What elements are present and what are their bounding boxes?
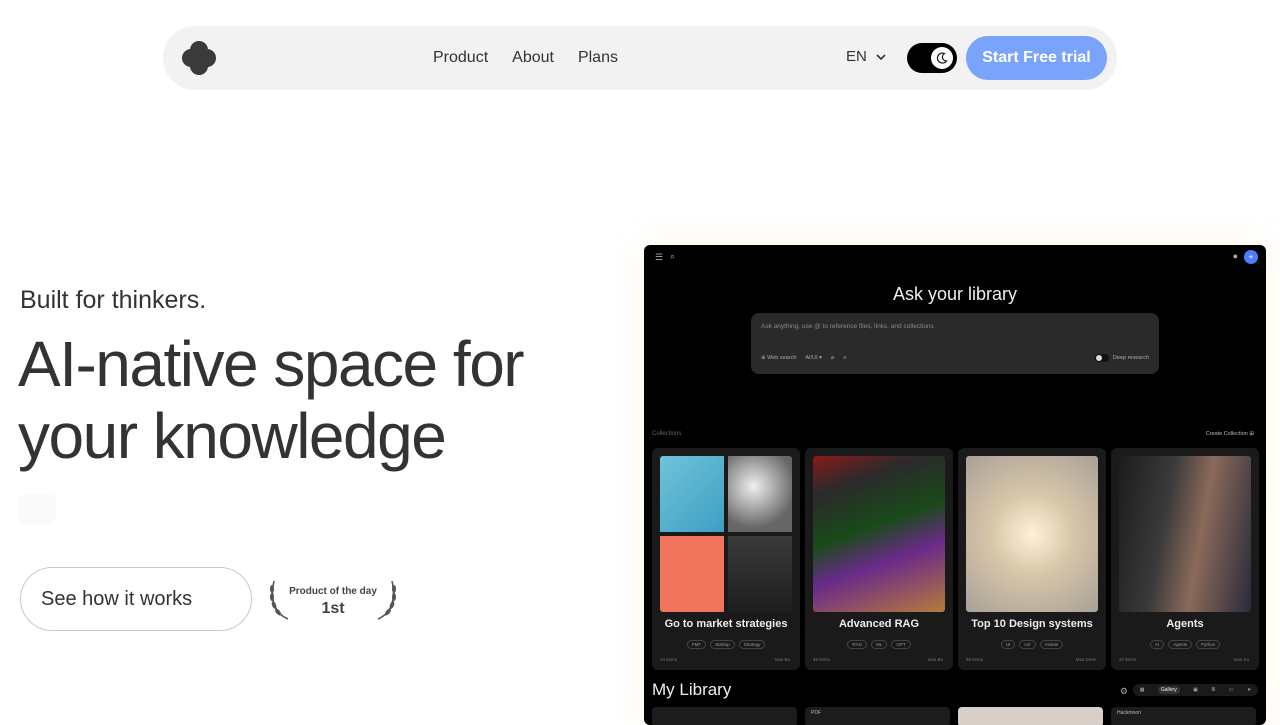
hero-kicker: Built for thinkers.: [20, 286, 207, 314]
collection-card[interactable]: Go to market strategies PMF Startup Stra…: [652, 448, 800, 670]
search-icon[interactable]: ⌕: [670, 251, 675, 262]
my-library-heading: My Library: [652, 680, 732, 699]
tag[interactable]: Assets: [1039, 640, 1064, 649]
placeholder-badge: [18, 494, 56, 524]
collection-card[interactable]: Advanced RAG RAG ML GPT 45 items Ivan Bo: [805, 448, 953, 670]
add-icon[interactable]: +: [1244, 250, 1258, 264]
collection-card[interactable]: Agents AI Agents Python 27 items Ivan Ko: [1111, 448, 1259, 670]
tag[interactable]: RAG: [847, 640, 868, 649]
bell-icon[interactable]: ●: [1233, 251, 1238, 261]
tag[interactable]: Strategy: [738, 640, 766, 649]
collection-thumbnail-grid: [660, 456, 792, 612]
send-icon[interactable]: ➤: [1247, 687, 1251, 693]
see-how-it-works-button[interactable]: See how it works: [20, 567, 252, 631]
collection-card[interactable]: Top 10 Design systems UI UX Assets 96 it…: [958, 448, 1106, 670]
language-selector[interactable]: EN: [846, 48, 887, 65]
collection-thumbnail: [1119, 456, 1251, 612]
collection-thumbnail: [966, 456, 1098, 612]
collection-title: Agents: [1166, 618, 1204, 630]
owner-name: Ivan Bo: [774, 657, 790, 662]
tag[interactable]: PMF: [686, 640, 707, 649]
ask-placeholder: Ask anything, use @ to reference files, …: [761, 323, 934, 330]
nav-link-plans[interactable]: Plans: [578, 49, 618, 67]
collection-tags: UI UX Assets: [958, 640, 1106, 649]
tag[interactable]: Python: [1196, 640, 1221, 649]
item-count: 96 items: [966, 657, 984, 662]
model-selector[interactable]: AI/UI ▾: [805, 355, 822, 361]
view-mode-bar: ▦ Gallery ▣ ≣ ▭ ➤: [1133, 684, 1258, 696]
attach-icon[interactable]: ⌀: [831, 355, 834, 361]
grid-icon[interactable]: ▦: [1140, 687, 1145, 693]
nav-links: Product About Plans: [433, 26, 618, 90]
deep-research-switch[interactable]: [1094, 354, 1109, 362]
tag[interactable]: GPT: [891, 640, 911, 649]
hero-headline: AI-native space for your knowledge: [18, 328, 525, 472]
ask-title: Ask your library: [892, 284, 1018, 304]
tag[interactable]: Agents: [1168, 640, 1193, 649]
item-count: 27 items: [1119, 657, 1137, 662]
collection-tags: PMF Startup Strategy: [652, 640, 800, 649]
web-search-toggle[interactable]: ⊕ Web search: [761, 355, 796, 361]
image-icon[interactable]: ▣: [1193, 687, 1198, 693]
product-of-the-day-badge[interactable]: Product of the day 1st: [268, 577, 398, 621]
language-label: EN: [846, 48, 867, 65]
tag[interactable]: ML: [871, 640, 888, 649]
gallery-view-button[interactable]: Gallery: [1157, 686, 1180, 694]
collections-label: Collections: [652, 431, 682, 437]
collection-title: Top 10 Design systems: [971, 618, 1093, 630]
library-item[interactable]: PDF: [805, 707, 950, 725]
award-rank: 1st: [321, 600, 345, 617]
library-item[interactable]: [958, 707, 1103, 725]
theme-toggle[interactable]: [907, 43, 957, 73]
ask-tools: ⊕ Web search AI/UI ▾ ⌀ ≡: [761, 355, 846, 361]
card-icon[interactable]: ▭: [1229, 687, 1234, 693]
deep-research-toggle[interactable]: Deep research: [1094, 354, 1149, 362]
moon-icon: [931, 47, 953, 69]
collection-title: Go to market strategies: [664, 618, 788, 630]
collection-title: Advanced RAG: [838, 618, 920, 630]
owner-name: Max Drive: [1075, 657, 1096, 662]
logo-icon[interactable]: [182, 41, 216, 75]
top-navbar: Product About Plans EN Start Free trial: [163, 26, 1117, 90]
owner-name: Ivan Bo: [927, 657, 943, 662]
tag[interactable]: UI: [1000, 640, 1016, 649]
list-icon[interactable]: ≣: [1211, 687, 1215, 693]
item-count: 14 items: [660, 657, 678, 662]
sliders-icon[interactable]: ⚙: [1120, 686, 1128, 697]
menu-icon[interactable]: ☰: [655, 252, 663, 263]
ask-input[interactable]: Ask anything, use @ to reference files, …: [751, 313, 1159, 374]
nav-link-product[interactable]: Product: [433, 49, 488, 67]
collection-thumbnail: [813, 456, 945, 612]
library-item[interactable]: [652, 707, 797, 725]
start-free-trial-button[interactable]: Start Free trial: [966, 36, 1107, 80]
tag[interactable]: Startup: [710, 640, 735, 649]
tag[interactable]: AI: [1149, 640, 1165, 649]
chevron-down-icon: [876, 53, 886, 60]
create-collection-button[interactable]: Create Collection ⊞: [1206, 431, 1254, 437]
collection-tags: RAG ML GPT: [805, 640, 953, 649]
award-title: Product of the day: [289, 586, 377, 597]
nav-link-about[interactable]: About: [512, 49, 554, 67]
app-preview: ☰ ⌕ ● + Ask your library Ask anything, u…: [644, 245, 1266, 725]
tag[interactable]: UX: [1019, 640, 1036, 649]
filter-icon[interactable]: ≡: [843, 355, 846, 361]
collection-tags: AI Agents Python: [1111, 640, 1259, 649]
library-item[interactable]: Hackmoon: [1111, 707, 1256, 725]
item-count: 45 items: [813, 657, 831, 662]
owner-name: Ivan Ko: [1233, 657, 1249, 662]
